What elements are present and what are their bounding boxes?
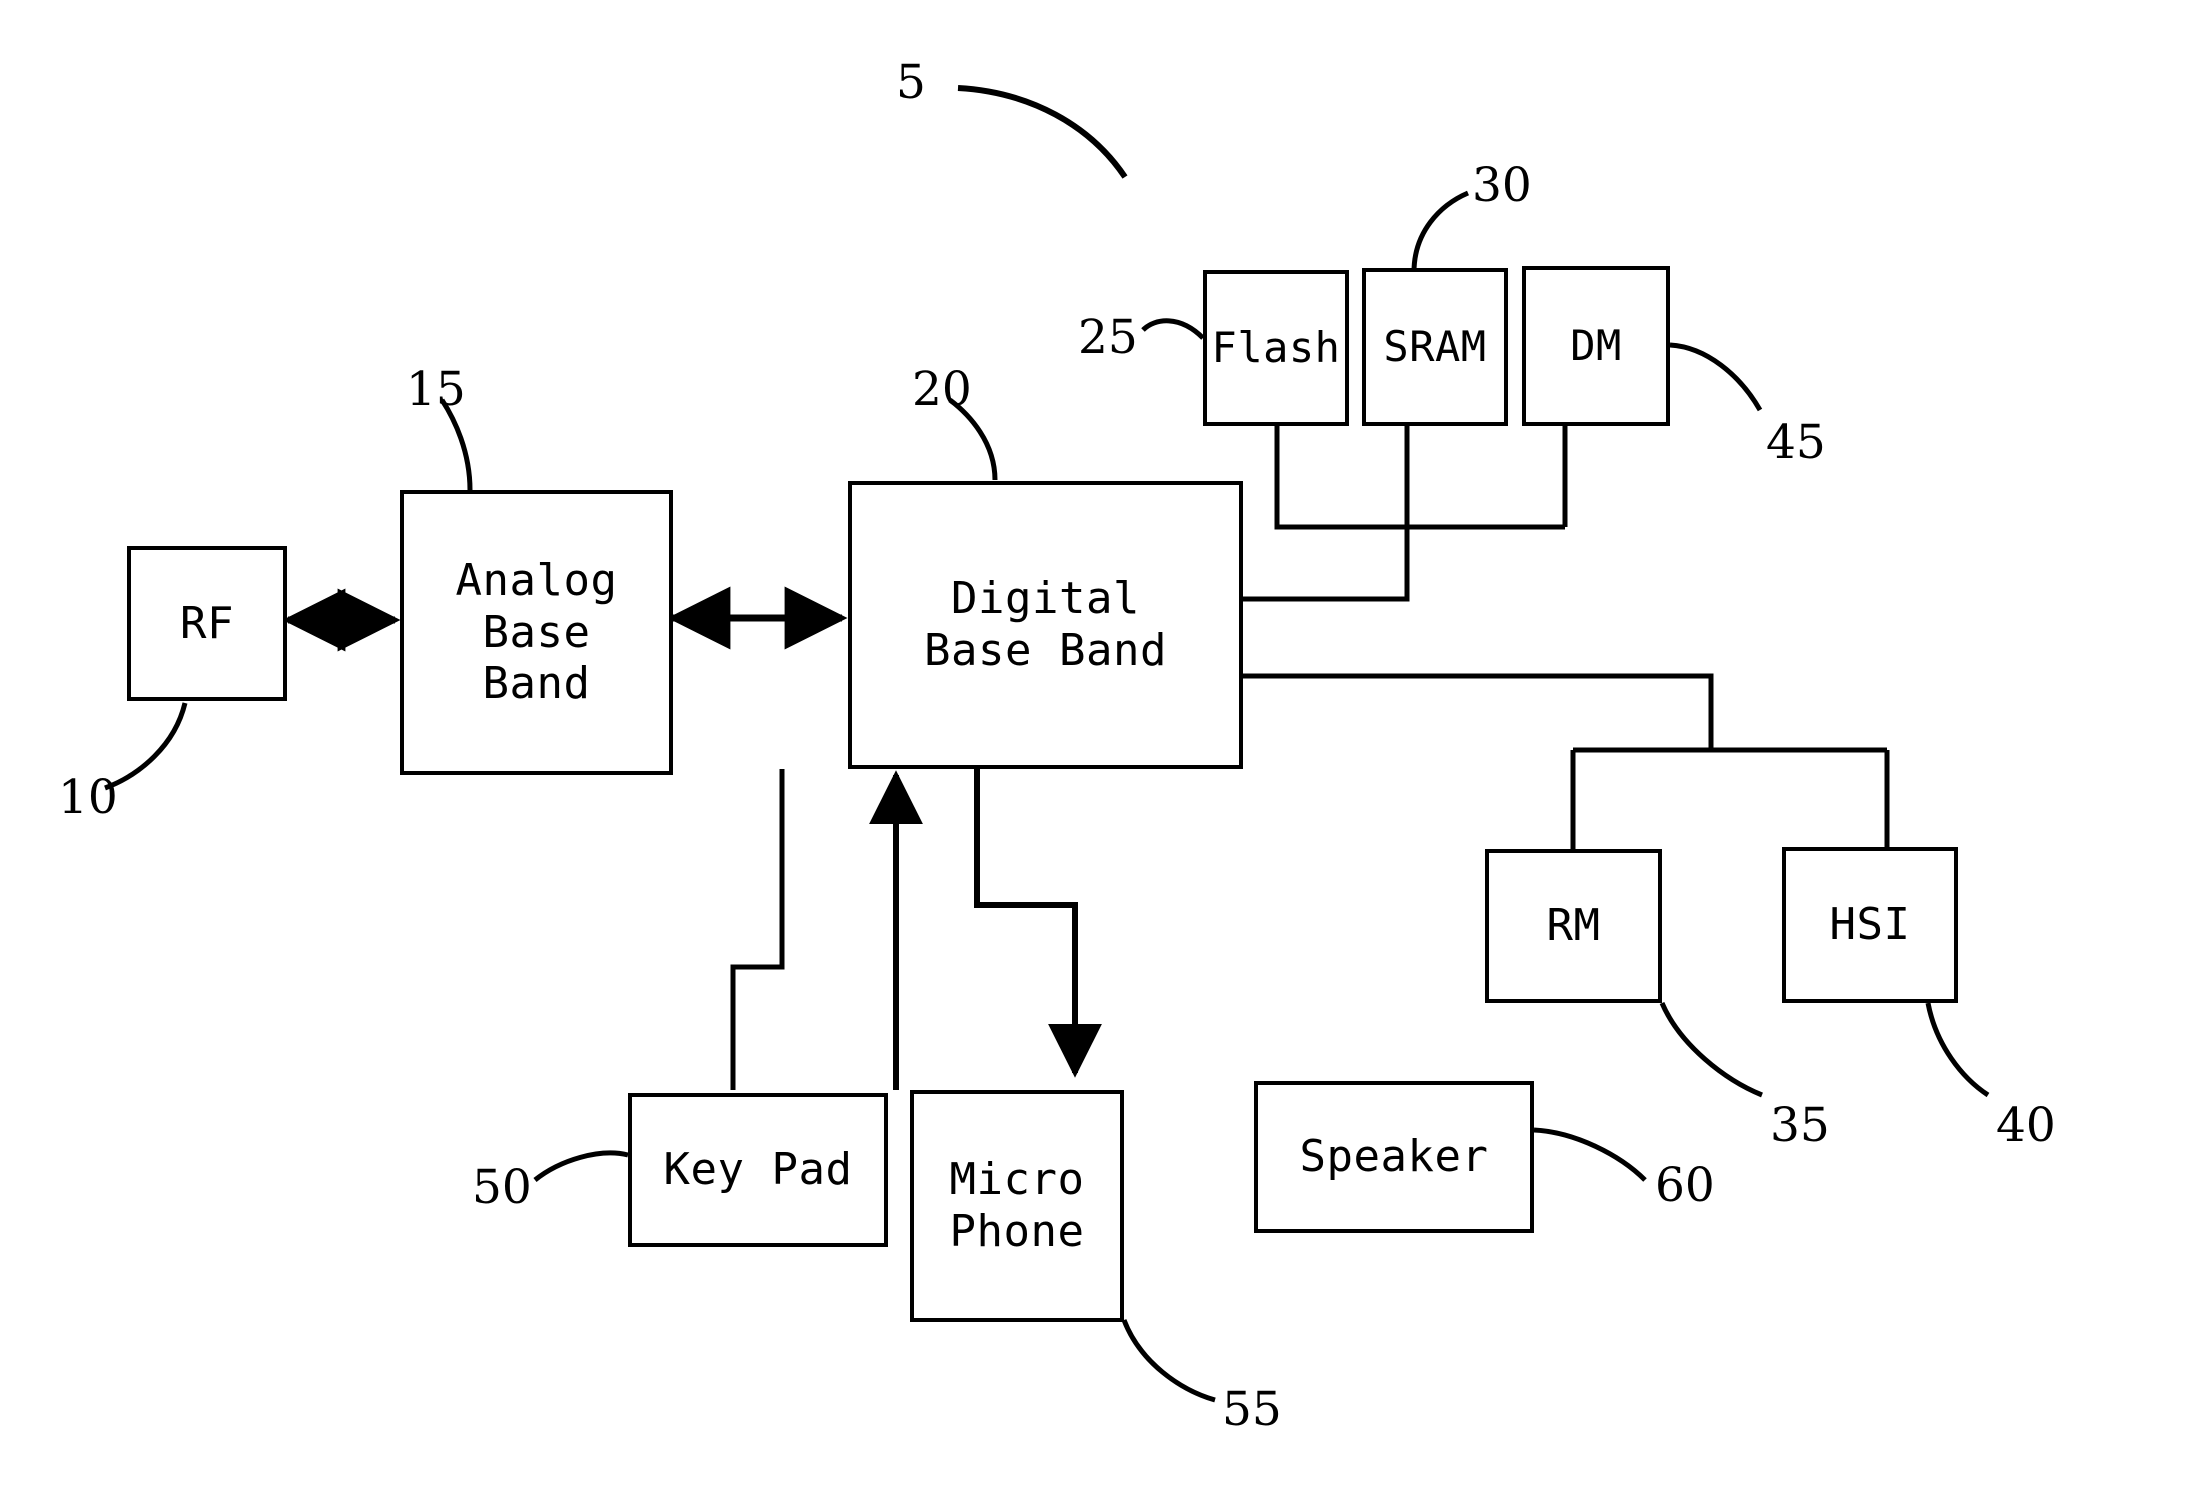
ref-numeral-figure: 5 [896,55,926,110]
ref-numeral-hsi: 40 [1996,1098,2056,1153]
ref-numeral-speaker: 60 [1655,1158,1715,1213]
lead-line-35 [1659,1002,1763,1098]
lead-line-55 [1121,1319,1216,1403]
lead-line-50 [533,1150,629,1182]
ref-numeral-dm: 45 [1766,415,1826,470]
lead-line-figure [957,85,1128,179]
lead-line-45 [1669,342,1763,412]
wire-dbb-to-speaker [974,769,1102,1078]
block-flash-label: Flash [1211,323,1341,373]
ref-numeral-sram: 30 [1472,158,1532,213]
block-micro-phone[interactable]: Micro Phone [910,1090,1124,1322]
lead-line-25 [1141,318,1205,340]
wire-dbb-to-keypad [730,769,785,1090]
block-rf-label: RF [180,597,234,649]
lead-line-30 [1411,190,1470,273]
block-rf[interactable]: RF [127,546,287,701]
ref-numeral-rm: 35 [1770,1098,1830,1153]
block-rm[interactable]: RM [1485,849,1662,1003]
block-sram[interactable]: SRAM [1362,268,1508,426]
ref-numeral-flash: 25 [1078,310,1138,365]
block-dm[interactable]: DM [1522,266,1670,426]
block-micro-phone-label: Micro Phone [949,1154,1085,1257]
ref-numeral-micro-phone: 55 [1222,1382,1282,1437]
wire-flash-bus [1274,426,1565,530]
ref-numeral-digital-base-band: 20 [912,362,972,417]
block-analog-base-band[interactable]: Analog Base Band [400,490,673,775]
block-hsi[interactable]: HSI [1782,847,1958,1003]
block-rm-label: RM [1546,900,1601,952]
block-dm-label: DM [1570,321,1622,371]
lead-line-40 [1925,1002,1990,1098]
ref-numeral-rf: 10 [58,770,118,825]
ref-numeral-key-pad: 50 [472,1160,532,1215]
figure-canvas: RF Analog Base Band Digital Base Band Fl… [0,0,2208,1511]
block-key-pad[interactable]: Key Pad [628,1093,888,1247]
block-hsi-label: HSI [1829,899,1911,951]
wire-peripheral-bus [1243,673,1714,750]
block-speaker-label: Speaker [1299,1131,1489,1183]
block-flash[interactable]: Flash [1203,270,1349,426]
block-sram-label: SRAM [1383,322,1487,372]
block-key-pad-label: Key Pad [663,1144,853,1196]
ref-numeral-analog-base-band: 15 [406,362,466,417]
block-analog-base-band-label: Analog Base Band [455,554,618,710]
block-speaker[interactable]: Speaker [1254,1081,1534,1233]
block-digital-base-band-label: Digital Base Band [924,573,1167,676]
lead-line-60 [1533,1127,1647,1182]
wire-sram-bus [1243,426,1410,602]
block-digital-base-band[interactable]: Digital Base Band [848,481,1243,769]
